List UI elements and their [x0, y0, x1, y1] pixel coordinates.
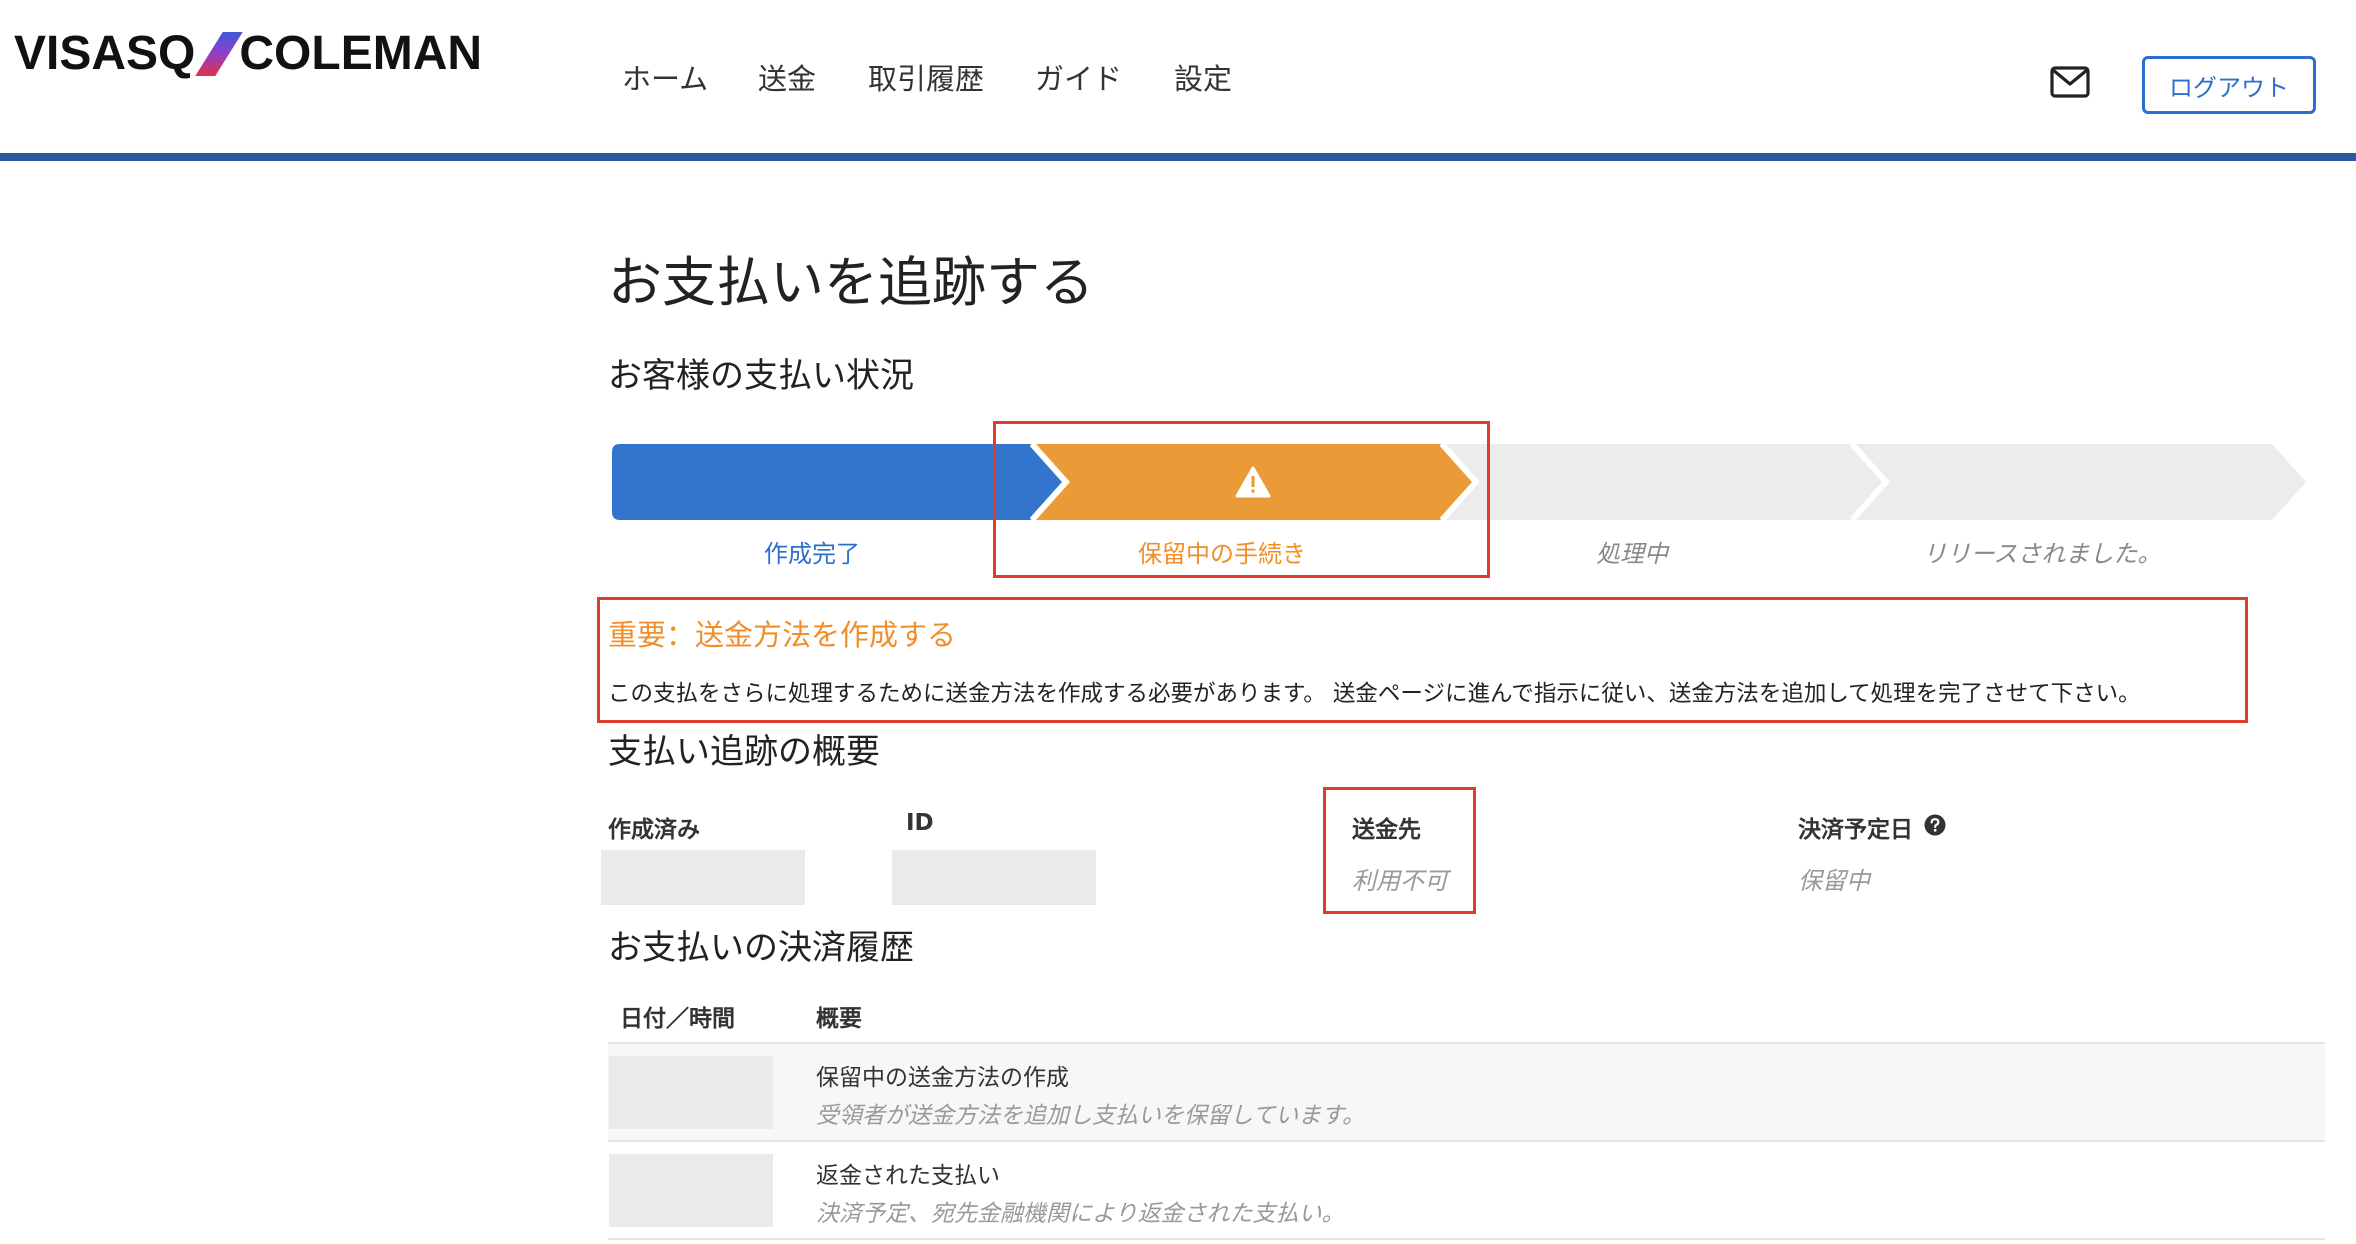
- header-divider: [0, 153, 2356, 161]
- envelope-icon[interactable]: [2050, 66, 2090, 98]
- settlement-value: 保留中: [1798, 867, 1870, 895]
- status-heading: お客様の支払い状況: [608, 356, 914, 396]
- page-title: お支払いを追跡する: [608, 251, 1094, 314]
- table-row-divider: [608, 1238, 2325, 1240]
- step-label-released: リリースされました。: [1922, 540, 2162, 568]
- notice-body: この支払をさらに処理するために送金方法を作成する必要があります。 送金ページに進…: [608, 681, 2141, 707]
- brand-logo[interactable]: VISASQ COLEMAN: [14, 26, 482, 81]
- settlement-label: 決済予定日: [1798, 817, 1913, 843]
- row-subtitle: 決済予定、宛先金融機関により返金された支払い。: [816, 1201, 1345, 1227]
- id-value-redacted: [892, 850, 1096, 905]
- question-circle-icon[interactable]: [1924, 814, 1946, 836]
- row-datetime-redacted: [609, 1154, 773, 1227]
- created-value-redacted: [601, 850, 805, 905]
- row-datetime-redacted: [609, 1056, 773, 1129]
- step-label-processing: 処理中: [1596, 540, 1668, 568]
- id-label: ID: [906, 810, 934, 836]
- brand-left: VISASQ: [14, 27, 196, 80]
- nav-remit[interactable]: 送金: [758, 56, 816, 98]
- recipient-value: 利用不可: [1352, 867, 1448, 895]
- notice-title: 重要：送金方法を作成する: [608, 618, 957, 652]
- history-col-datetime: 日付／時間: [620, 1006, 735, 1032]
- row-title: 返金された支払い: [816, 1163, 1000, 1189]
- highlight-pending-step: [993, 421, 1490, 578]
- nav-home[interactable]: ホーム: [622, 56, 708, 98]
- created-label: 作成済み: [608, 817, 700, 843]
- summary-heading: 支払い追跡の概要: [608, 732, 880, 772]
- table-row: 返金された支払い 決済予定、宛先金融機関により返金された支払い。: [608, 1142, 2325, 1238]
- table-row: 保留中の送金方法の作成 受領者が送金方法を追加し支払いを保留しています。: [608, 1044, 2325, 1140]
- history-col-summary: 概要: [816, 1006, 862, 1032]
- step-processing-arrow: [1440, 444, 1908, 520]
- nav-settings[interactable]: 設定: [1174, 56, 1232, 98]
- brand-right: COLEMAN: [239, 27, 483, 80]
- nav-transactions[interactable]: 取引履歴: [868, 56, 984, 98]
- step-label-complete: 作成完了: [764, 540, 860, 568]
- recipient-label: 送金先: [1352, 817, 1421, 843]
- row-title: 保留中の送金方法の作成: [816, 1065, 1069, 1091]
- logo-slash-icon: [195, 31, 244, 76]
- step-released-arrow: [1850, 444, 2306, 520]
- nav-guide[interactable]: ガイド: [1035, 56, 1122, 98]
- row-subtitle: 受領者が送金方法を追加し支払いを保留しています。: [816, 1103, 1366, 1129]
- history-heading: お支払いの決済履歴: [608, 928, 914, 968]
- logout-button[interactable]: ログアウト: [2142, 56, 2316, 114]
